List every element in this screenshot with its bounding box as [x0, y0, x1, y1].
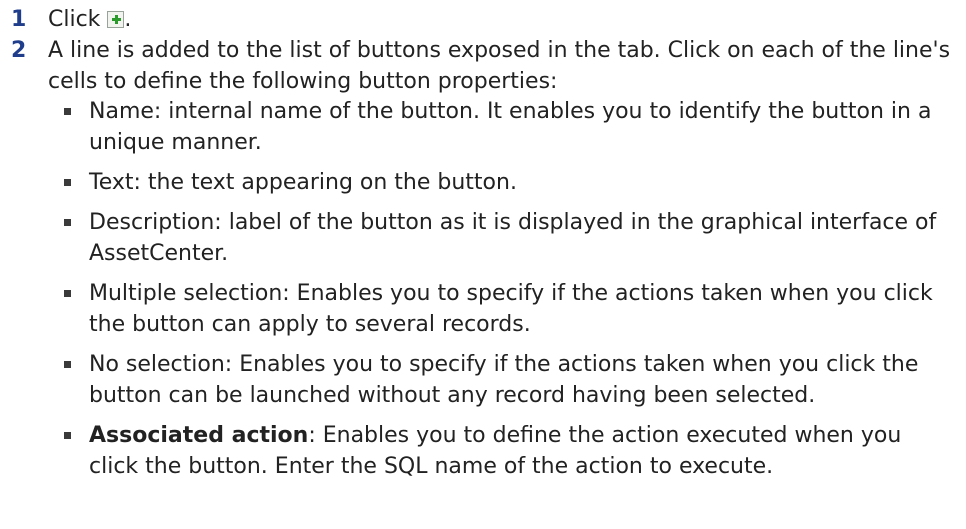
list-item: Associated action: Enables you to define…: [0, 420, 966, 482]
bullet-marker: [64, 361, 71, 368]
list-item: Description: label of the button as it i…: [0, 207, 966, 269]
bullet-marker: [64, 290, 71, 297]
bullet-text: Description: label of the button as it i…: [89, 210, 937, 266]
step-text-after: .: [124, 7, 132, 32]
button-properties-list: Name: internal name of the button. It en…: [0, 96, 966, 491]
bullet-marker: [64, 219, 71, 226]
bullet-text: Text: the text appearing on the button.: [89, 170, 517, 195]
bullet-marker: [64, 108, 71, 115]
step-text: Click .: [48, 4, 956, 35]
list-item: No selection: Enables you to specify if …: [0, 349, 966, 411]
step-number: 1: [11, 7, 27, 32]
bullet-text: Name: internal name of the button. It en…: [89, 99, 932, 155]
bullet-text: Multiple selection: Enables you to speci…: [89, 281, 933, 337]
step-text: A line is added to the list of buttons e…: [48, 38, 951, 94]
bullet-term: Associated action: [89, 423, 309, 448]
procedure-steps: 1 Click . 2 A line is added to the list …: [0, 0, 966, 529]
add-icon: [107, 11, 125, 28]
bullet-marker: [64, 432, 71, 439]
step-number: 2: [11, 38, 27, 63]
list-item: Name: internal name of the button. It en…: [0, 96, 966, 158]
list-item: Text: the text appearing on the button.: [0, 167, 966, 198]
bullet-marker: [64, 179, 71, 186]
list-item: Multiple selection: Enables you to speci…: [0, 278, 966, 340]
step-text-before: Click: [48, 7, 108, 32]
bullet-text: No selection: Enables you to specify if …: [89, 352, 919, 408]
